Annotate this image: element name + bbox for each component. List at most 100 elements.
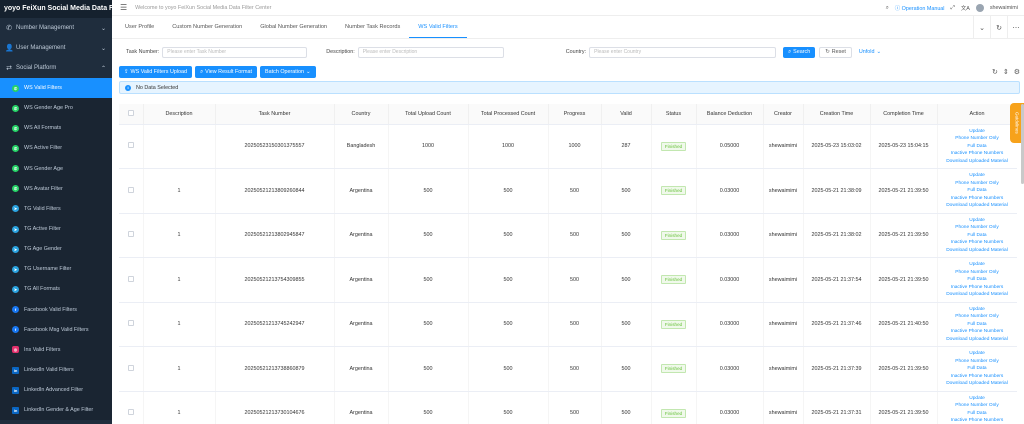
action-link[interactable]: Update [969, 306, 984, 314]
tab[interactable]: Custom Number Generation [163, 16, 251, 38]
sidebar-item[interactable]: in LinkedIn Advanced Filter [0, 380, 112, 401]
action-link[interactable]: Inactive Phone Numbers [951, 195, 1004, 203]
sidebar-item[interactable]: ✆ WS Avatar Filter [0, 178, 112, 199]
action-link[interactable]: Phone Number Only [955, 224, 998, 232]
cell-balance: 0.05000 [696, 124, 764, 169]
action-link[interactable]: Update [969, 172, 984, 180]
action-link[interactable]: Download Uploaded Material [946, 202, 1008, 210]
action-link[interactable]: Phone Number Only [955, 135, 998, 143]
column-header: Status [651, 104, 697, 125]
sidebar-item[interactable]: ➤ TG Active Filter [0, 218, 112, 240]
action-link[interactable]: Update [969, 217, 984, 225]
action-link[interactable]: Inactive Phone Numbers [951, 328, 1004, 336]
select-all-checkbox[interactable] [127, 109, 134, 116]
sidebar-item[interactable]: ◎ Ins Valid Filters [0, 339, 112, 360]
sidebar-item[interactable]: ➤ TG Age Gender [0, 239, 112, 260]
action-link[interactable]: Download Uploaded Material [946, 247, 1008, 255]
action-link[interactable]: Full Data [967, 232, 986, 240]
action-link[interactable]: Full Data [967, 276, 986, 284]
row-checkbox[interactable] [127, 320, 134, 327]
action-link[interactable]: Inactive Phone Numbers [951, 150, 1004, 158]
unfold-button[interactable]: Unfold ⌄ [854, 47, 886, 58]
tab[interactable]: Global Number Generation [251, 16, 336, 38]
sidebar-item[interactable]: ➤ TG Username Filter [0, 259, 112, 280]
action-link[interactable]: Download Uploaded Material [946, 336, 1008, 344]
table-row: 1 20250521213738860879 Argentina 500 500 500 5… [119, 346, 1017, 392]
action-link[interactable]: Full Data [967, 143, 986, 151]
action-link[interactable]: Download Uploaded Material [946, 291, 1008, 299]
action-link[interactable]: Update [969, 128, 984, 136]
row-checkbox[interactable] [127, 364, 134, 371]
search-icon[interactable]: ⌕ [886, 5, 889, 12]
refresh-icon[interactable]: ↻ [992, 68, 998, 76]
tab[interactable]: User Profile [116, 16, 163, 38]
action-link[interactable]: Update [969, 350, 984, 358]
action-link[interactable]: Phone Number Only [955, 269, 998, 277]
more-icon[interactable]: ⋯ [1007, 16, 1024, 39]
action-link[interactable]: Inactive Phone Numbers [951, 239, 1004, 247]
country-input[interactable]: Please enter Country [589, 46, 777, 58]
row-checkbox[interactable] [127, 231, 134, 238]
action-link[interactable]: Full Data [967, 187, 986, 195]
tab-dropdown-icon[interactable]: ⌄ [973, 16, 990, 39]
gear-icon[interactable]: ⚙ [1014, 68, 1020, 76]
column-height-icon[interactable]: ⇕ [1003, 68, 1009, 76]
cell-country: Argentina [334, 391, 389, 424]
sidebar-item[interactable]: ✆ WS All Formats [0, 118, 112, 139]
action-link[interactable]: Phone Number Only [955, 402, 998, 410]
action-link[interactable]: Update [969, 261, 984, 269]
action-links: Update Phone Number Only Full Data Inactive… [938, 217, 1017, 255]
action-link[interactable]: Download Uploaded Material [946, 158, 1008, 166]
sidebar-item[interactable]: f Facebook Msg Valid Filters [0, 319, 112, 340]
action-link[interactable]: Inactive Phone Numbers [951, 417, 1004, 424]
row-checkbox[interactable] [127, 409, 134, 416]
operation-manual-link[interactable]: ⓘ Operation Manual [895, 4, 945, 12]
batch-operation-button[interactable]: Batch Operation ⌄ [260, 66, 316, 78]
tab[interactable]: Number Task Records [336, 16, 409, 38]
cell-balance: 0.03000 [696, 302, 764, 347]
tab[interactable]: WS Valid Filters [409, 16, 467, 38]
avatar[interactable] [975, 4, 984, 12]
action-links: Update Phone Number Only Full Data Inactive… [938, 350, 1017, 388]
tg-logo-icon: ➤ [12, 225, 19, 233]
reset-button[interactable]: ↻ Reset [819, 46, 852, 58]
action-link[interactable]: Full Data [967, 410, 986, 418]
menu-group-number-management[interactable]: ✆ Number Management ⌄ [0, 18, 112, 38]
row-checkbox[interactable] [127, 275, 134, 282]
sidebar-item[interactable]: in LinkedIn Gender & Age Filter [0, 400, 112, 421]
sidebar-item[interactable]: ✆ WS Valid Filters [0, 78, 112, 99]
task-number-input[interactable]: Please enter Task Number [162, 46, 308, 58]
upload-button[interactable]: ⇪ WS Valid Filters Upload [119, 66, 193, 78]
sidebar-item[interactable]: ➤ TG All Formats [0, 279, 112, 300]
sidebar-item[interactable]: ➤ TG Valid Filters [0, 198, 112, 219]
action-link[interactable]: Full Data [967, 365, 986, 373]
view-result-format-button[interactable]: ⌕ View Result Format [195, 66, 258, 78]
fullscreen-icon[interactable]: ⤢ [951, 5, 955, 12]
sidebar-item[interactable]: ✆ WS Gender Age [0, 158, 112, 179]
action-link[interactable]: Inactive Phone Numbers [951, 373, 1004, 381]
description-input[interactable]: Please enter Description [357, 46, 504, 58]
hamburger-icon[interactable]: ☰ [120, 3, 127, 12]
action-link[interactable]: Download Uploaded Material [946, 380, 1008, 388]
sidebar-item[interactable]: ✆ WS Active Filter [0, 138, 112, 159]
action-link[interactable]: Update [969, 395, 984, 403]
action-link[interactable]: Phone Number Only [955, 180, 998, 188]
sidebar-item[interactable]: in LinkedIn Valid Filters [0, 359, 112, 381]
language-icon[interactable]: 文A [961, 4, 970, 12]
menu-group-user-management[interactable]: 👤 User Management ⌄ [0, 38, 112, 58]
sidebar-item-label: WS Gender Age [24, 165, 63, 172]
action-link[interactable]: Phone Number Only [955, 313, 998, 321]
table-row: 1 20250521213802945847 Argentina 500 500 500 5… [119, 213, 1017, 258]
cell-completed: 2025-05-21 21:39:50 [870, 213, 938, 258]
action-link[interactable]: Phone Number Only [955, 358, 998, 366]
action-link[interactable]: Inactive Phone Numbers [951, 284, 1004, 292]
search-button[interactable]: ⌕ Search [783, 46, 816, 58]
sidebar-item[interactable]: ✆ WS Gender Age Pro [0, 98, 112, 119]
sidebar-item[interactable]: f Facebook Valid Filters [0, 299, 112, 320]
menu-group-social-platform[interactable]: ⇄ Social Platform ⌃ [0, 58, 112, 78]
username[interactable]: shewaimimi [990, 5, 1018, 11]
row-checkbox[interactable] [127, 186, 134, 193]
row-checkbox[interactable] [127, 142, 134, 149]
refresh-icon[interactable]: ↻ [990, 16, 1007, 39]
action-link[interactable]: Full Data [967, 321, 986, 329]
